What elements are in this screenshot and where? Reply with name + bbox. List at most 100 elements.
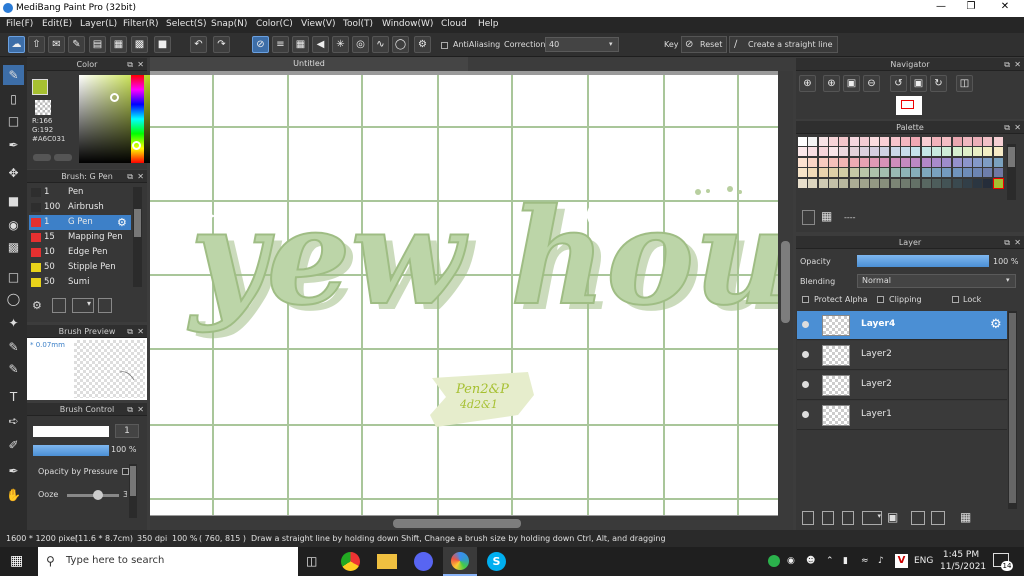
eyedropper-tool-icon[interactable]: ✐ (3, 435, 24, 455)
layer-settings-gear-icon[interactable]: ⚙ (990, 317, 1002, 332)
palette-swatch[interactable] (901, 147, 910, 157)
palette-swatch[interactable] (962, 147, 972, 157)
palette-swatch[interactable] (818, 178, 828, 188)
medibang-taskbar-button[interactable] (443, 547, 477, 576)
palette-swatch[interactable] (849, 157, 859, 167)
palette-swatch[interactable] (859, 147, 869, 157)
menu-cloud[interactable]: Cloud (441, 19, 467, 29)
palette-swatch[interactable] (931, 137, 941, 146)
palette-swatch[interactable] (880, 147, 890, 157)
hue-slider[interactable] (131, 75, 144, 163)
palette-swatch[interactable] (818, 137, 828, 146)
duplicate-layer-icon[interactable] (911, 511, 925, 525)
task-view-icon[interactable]: ◫ (306, 547, 317, 576)
menu-snap[interactable]: Snap(N) (211, 19, 247, 29)
palette-swatch[interactable] (942, 157, 952, 167)
palette-swatch[interactable] (798, 157, 807, 167)
circle-snap-icon[interactable]: ◯ (392, 36, 409, 53)
menu-help[interactable]: Help (478, 19, 499, 29)
palette-swatch[interactable] (839, 147, 849, 157)
close-icon[interactable]: ✕ (137, 403, 144, 416)
scrollbar-thumb[interactable] (130, 466, 136, 496)
palette-swatch[interactable] (973, 147, 983, 157)
snap-off-icon[interactable]: ⊘ (252, 36, 269, 53)
brush-item[interactable]: 50 Stipple Pen (29, 260, 131, 275)
upload-icon[interactable]: ⇧ (28, 36, 45, 53)
palette-swatch[interactable] (808, 147, 818, 157)
clipping-checkbox[interactable] (877, 296, 884, 303)
palette-swatch[interactable] (880, 168, 890, 178)
brush-size-slider[interactable] (33, 426, 109, 437)
palette-swatch[interactable] (808, 157, 818, 167)
palette-swatch[interactable] (992, 177, 1004, 189)
palette-swatch[interactable] (993, 137, 1003, 146)
palette-swatch[interactable] (983, 137, 993, 146)
palette-swatch[interactable] (849, 137, 859, 146)
lock-checkbox[interactable] (952, 296, 959, 303)
palette-swatch[interactable] (859, 137, 869, 146)
palette-swatch[interactable] (921, 147, 931, 157)
layer-row[interactable]: Layer2 (797, 341, 1007, 370)
palette-swatch[interactable] (952, 157, 962, 167)
scrollbar-thumb[interactable] (134, 209, 141, 237)
menu-file[interactable]: File(F) (6, 19, 33, 29)
rotate-left-icon[interactable]: ↺ (890, 75, 907, 92)
reset-button[interactable]: ⊘ Reset (681, 36, 728, 53)
brush-control-scrollbar[interactable] (129, 464, 137, 518)
palette-swatch[interactable] (870, 137, 880, 146)
pin-icon[interactable]: ⧉ (127, 58, 133, 71)
clock-date[interactable]: 11/5/2021 (940, 562, 986, 572)
palette-swatch[interactable] (808, 178, 818, 188)
zoom-out-icon[interactable]: ⊖ (863, 75, 880, 92)
palette-swatch[interactable] (962, 157, 972, 167)
rotate-right-icon[interactable]: ↻ (930, 75, 947, 92)
minimize-button[interactable]: — (926, 1, 956, 15)
menu-color[interactable]: Color(C) (256, 19, 293, 29)
layer-opacity-slider[interactable] (857, 255, 989, 267)
menu-tool[interactable]: Tool(T) (343, 19, 373, 29)
perspective-snap-icon[interactable]: ◀ (312, 36, 329, 53)
palette-swatch[interactable] (828, 147, 838, 157)
scrollbar-thumb[interactable] (1009, 313, 1016, 503)
palette-swatch[interactable] (942, 168, 952, 178)
brush-file-icon[interactable] (98, 298, 112, 313)
scrollbar-thumb[interactable] (1008, 147, 1015, 167)
palette-swatch[interactable] (931, 147, 941, 157)
palette-swatch[interactable] (952, 168, 962, 178)
palette-swatch[interactable] (890, 178, 900, 188)
pin-icon[interactable]: ⧉ (127, 325, 133, 338)
chat-icon[interactable]: ✉ (48, 36, 65, 53)
close-button[interactable]: ✕ (990, 1, 1020, 15)
wifi-icon[interactable]: ≈ (861, 547, 869, 576)
pin-icon[interactable]: ⧉ (1004, 58, 1010, 71)
operation-tool-icon[interactable]: ➪ (3, 411, 24, 431)
trash-icon[interactable]: ▦ (821, 209, 832, 223)
close-icon[interactable]: ✕ (1014, 58, 1021, 71)
palette-swatch[interactable] (839, 168, 849, 178)
undo-icon[interactable]: ↶ (190, 36, 207, 53)
menu-view[interactable]: View(V) (301, 19, 336, 29)
transparent-color-swatch[interactable] (35, 100, 51, 115)
palette-swatch[interactable] (911, 168, 921, 178)
palette-swatch[interactable] (993, 157, 1003, 167)
scrollbar-thumb[interactable] (781, 241, 790, 323)
palette-swatch[interactable] (931, 178, 941, 188)
palette-swatch[interactable] (890, 168, 900, 178)
brush-item[interactable]: 10 Edge Pen (29, 245, 131, 260)
brush-item[interactable]: 100 Airbrush (29, 200, 131, 215)
palette-swatch[interactable] (921, 178, 931, 188)
palette-swatch[interactable] (818, 147, 828, 157)
windows-start-icon[interactable]: ▦ (10, 547, 23, 576)
flip-horizontal-icon[interactable]: ◫ (956, 75, 973, 92)
close-icon[interactable]: ✕ (1014, 121, 1021, 134)
menu-select[interactable]: Select(S) (166, 19, 207, 29)
lasso-tool-icon[interactable]: ◯ (3, 289, 24, 309)
menu-window[interactable]: Window(W) (382, 19, 433, 29)
chrome-icon[interactable] (341, 552, 360, 571)
curve-snap-icon[interactable]: ∿ (372, 36, 389, 53)
menu-layer[interactable]: Layer(L) (80, 19, 117, 29)
new-layer-icon[interactable] (802, 511, 814, 525)
rotate-reset-icon[interactable]: ▣ (910, 75, 927, 92)
canvas-vertical-scrollbar[interactable] (778, 71, 793, 516)
palette-swatch[interactable] (870, 157, 880, 167)
